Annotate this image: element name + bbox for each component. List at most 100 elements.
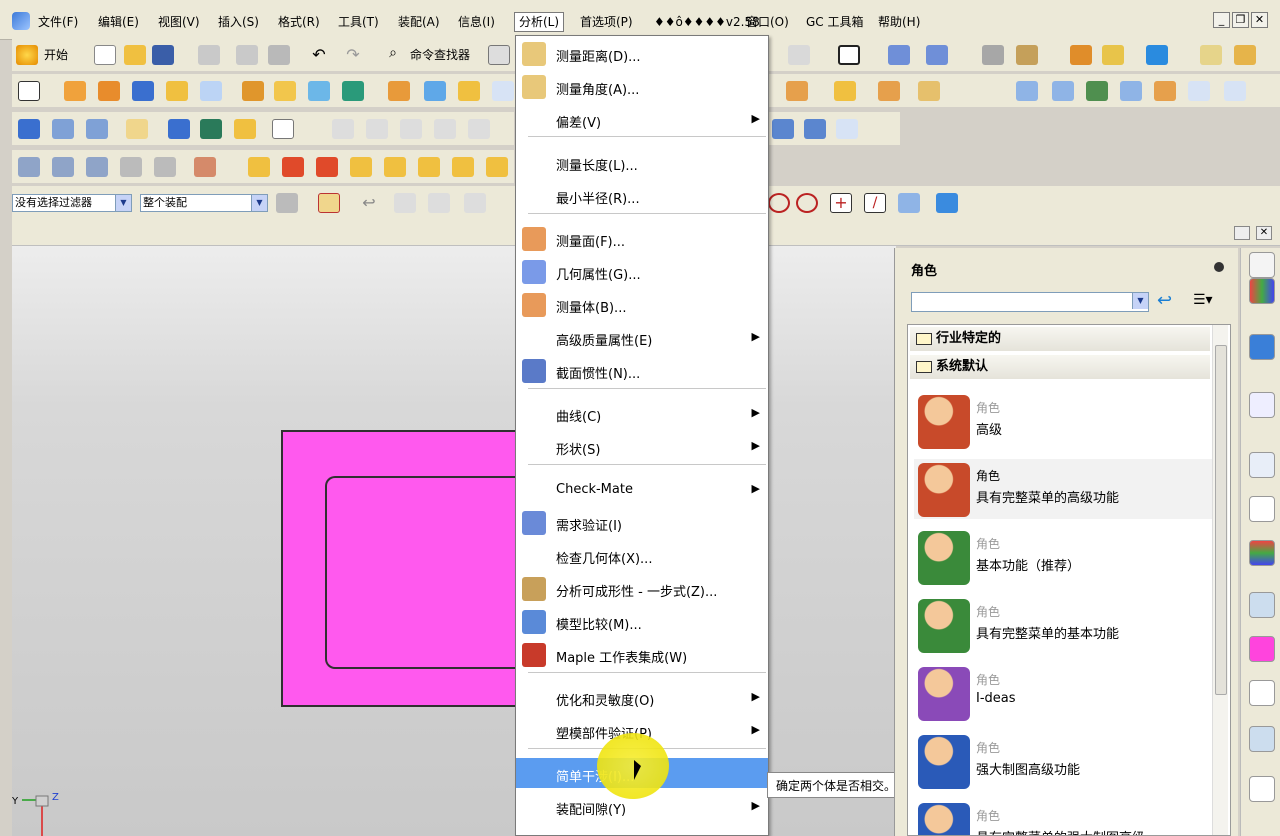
extrude-icon[interactable] (64, 81, 86, 101)
axis-triad-icon[interactable] (836, 119, 858, 139)
menu-item-5[interactable]: 测量面(F)... (516, 223, 768, 253)
back-arrow-icon[interactable]: ↩ (1157, 292, 1181, 312)
select-icon[interactable] (1102, 45, 1124, 65)
menu-information[interactable]: 信息(I) (454, 12, 499, 32)
menu-assembly[interactable]: 装配(A) (394, 12, 444, 32)
part-navigator-icon[interactable] (1249, 252, 1275, 278)
menu-item-12[interactable]: Check-Mate ▶ (516, 474, 768, 504)
sketch-icon[interactable] (1016, 45, 1038, 65)
delete-explode-icon[interactable] (468, 119, 490, 139)
minimize-icon[interactable]: _ (1213, 12, 1230, 28)
roles-icon[interactable] (1249, 636, 1275, 662)
ruler-icon[interactable] (1200, 45, 1222, 65)
role-entry[interactable]: 角色 强大制图高级功能 (914, 731, 1214, 791)
table-icon[interactable] (804, 119, 826, 139)
unexplode-icon[interactable] (434, 119, 456, 139)
menu-item-4[interactable]: 最小半径(R)... (516, 180, 768, 210)
menu-item-16[interactable]: 模型比较(M)... (516, 606, 768, 636)
snap-view-icon[interactable] (926, 45, 948, 65)
command-finder-button[interactable]: 命令查找器 (410, 46, 470, 63)
part-inner-edge[interactable] (325, 476, 525, 669)
reorder-icon[interactable] (384, 157, 406, 177)
undo-icon[interactable]: ↶ (308, 45, 330, 65)
copy-to-layer-icon[interactable] (86, 157, 108, 177)
move-down-icon[interactable] (316, 157, 338, 177)
pattern-icon[interactable] (308, 81, 330, 101)
bridge-surface-icon[interactable] (1154, 81, 1176, 101)
nx-app-icon[interactable] (12, 12, 30, 30)
block-icon[interactable] (132, 81, 154, 101)
solid-cube-icon[interactable] (936, 193, 958, 213)
menu-edit[interactable]: 编辑(E) (94, 12, 143, 32)
point-on-curve-icon[interactable]: / (864, 193, 886, 213)
palette-icon[interactable] (1249, 540, 1275, 566)
pin-icon[interactable] (1214, 262, 1224, 272)
menu-item-6[interactable]: 几何属性(G)... (516, 256, 768, 286)
menu-insert[interactable]: 插入(S) (214, 12, 263, 32)
menu-help[interactable]: 帮助(H) (874, 12, 924, 32)
start-icon[interactable] (16, 45, 38, 65)
category-system-default[interactable]: 系统默认 (910, 355, 1210, 379)
arc-center-icon[interactable] (428, 193, 450, 213)
wave-icon[interactable] (1070, 45, 1092, 65)
stamp-icon[interactable] (1249, 776, 1275, 802)
revolve-icon[interactable] (98, 81, 120, 101)
close-icon[interactable]: ✕ (1251, 12, 1268, 28)
role-filter-combo[interactable]: ▼ (911, 292, 1149, 312)
info-icon[interactable] (488, 45, 510, 65)
explode-icon[interactable] (332, 119, 354, 139)
reset-icon[interactable]: ↩ (358, 193, 380, 213)
start-button[interactable]: 开始 (44, 46, 68, 63)
align-icon[interactable] (248, 157, 270, 177)
view-options-icon[interactable]: ☰▾ (1193, 292, 1221, 312)
assembly-navigator-icon[interactable] (18, 119, 40, 139)
menu-item-8[interactable]: 高级质量属性(E) ▶ (516, 322, 768, 352)
hole-icon[interactable] (242, 81, 264, 101)
chevron-down-icon[interactable]: ▼ (1132, 293, 1148, 309)
category-industry-specific[interactable]: 行业特定的 (910, 327, 1210, 351)
menu-item-15[interactable]: 分析可成形性 - 一步式(Z)... (516, 573, 768, 603)
move-up-icon[interactable] (282, 157, 304, 177)
layer-category-icon[interactable] (154, 157, 176, 177)
paste-icon[interactable] (268, 45, 290, 65)
component-properties-icon[interactable] (126, 119, 148, 139)
history-icon[interactable] (1249, 392, 1275, 418)
offset-icon[interactable] (424, 81, 446, 101)
datum-csys-icon[interactable] (878, 81, 900, 101)
cut-icon[interactable] (198, 45, 220, 65)
system-scene-icon[interactable] (1249, 680, 1275, 706)
menu-item-14[interactable]: 检查几何体(X)... (516, 540, 768, 570)
menu-item-0[interactable]: 测量距离(D)... (516, 38, 768, 68)
bounded-grid-icon[interactable] (898, 193, 920, 213)
mirror-assembly-icon[interactable] (234, 119, 256, 139)
quadrant-point-icon[interactable] (796, 193, 818, 213)
add-component-icon[interactable] (52, 119, 74, 139)
menu-item-18[interactable]: 优化和灵敏度(O) ▶ (516, 682, 768, 712)
chevron-down-icon[interactable]: ▼ (251, 195, 267, 211)
menu-item-1[interactable]: 测量角度(A)... (516, 71, 768, 101)
auto-explode-icon[interactable] (400, 119, 422, 139)
layer-visible-icon[interactable] (52, 157, 74, 177)
menu-format[interactable]: 格式(R) (274, 12, 324, 32)
menu-item-7[interactable]: 测量体(B)... (516, 289, 768, 319)
menu-item-13[interactable]: 需求验证(I) (516, 507, 768, 537)
binoculars-icon[interactable]: ⌕ (382, 45, 404, 65)
chevron-down-icon[interactable]: ▼ (115, 195, 131, 211)
datum-plane-icon[interactable] (786, 81, 808, 101)
mate-icon[interactable] (168, 119, 190, 139)
cylinder-icon[interactable] (166, 81, 188, 101)
role-list-scrollbar[interactable] (1212, 325, 1228, 835)
web-browser-icon[interactable] (1249, 334, 1275, 360)
scope-combo[interactable]: 整个装配 ▼ (140, 194, 268, 212)
menu-preferences[interactable]: 首选项(P) (576, 12, 637, 32)
tangent-point-icon[interactable] (464, 193, 486, 213)
role-entry[interactable]: 角色 具有完整菜单的基本功能 (914, 595, 1214, 655)
menu-item-22[interactable]: 公差累积验证(T) (516, 824, 768, 835)
cube-view-icon[interactable] (788, 45, 810, 65)
save-icon[interactable] (152, 45, 174, 65)
unite-icon[interactable] (342, 81, 364, 101)
role-entry[interactable]: 角色 基本功能（推荐） (914, 527, 1214, 587)
datum-axis-icon[interactable] (834, 81, 856, 101)
menu-file[interactable]: 文件(F) (34, 12, 82, 32)
menu-window[interactable]: 窗口(O) (742, 12, 793, 32)
